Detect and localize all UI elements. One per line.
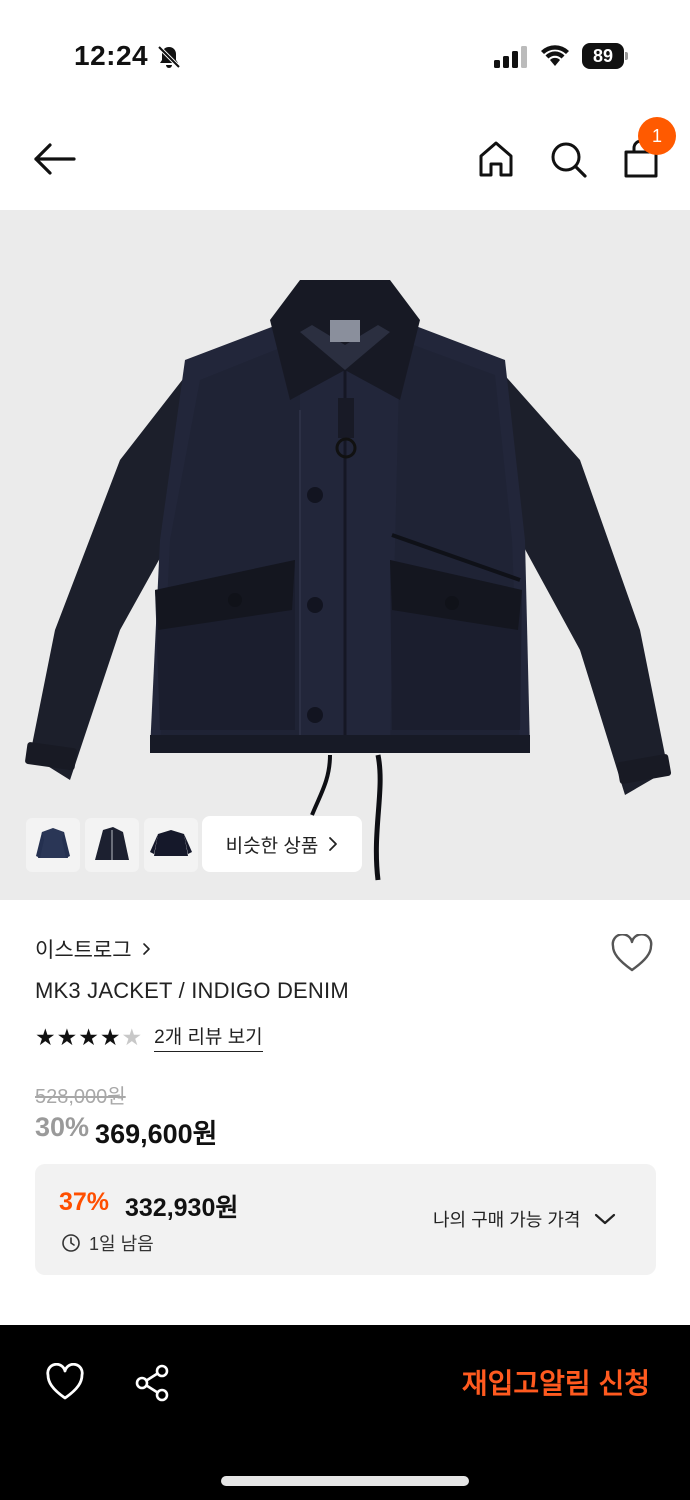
thumbnail-3[interactable]	[144, 818, 198, 872]
heart-icon[interactable]	[610, 934, 654, 974]
product-jacket-image	[25, 280, 672, 881]
product-name: MK3 JACKET / INDIGO DENIM	[35, 978, 349, 1003]
battery-indicator: 89	[582, 43, 628, 69]
thumbnail-jacket-back-image	[150, 830, 192, 856]
star-filled-icon: ★	[56, 1024, 78, 1050]
similar-products-label: 비슷한 상품	[225, 835, 319, 857]
star-filled-icon: ★	[78, 1024, 99, 1050]
my-price-panel[interactable]: 37% 332,930원 1일 남음 나의 구매 가능 가격	[35, 1164, 656, 1275]
thumbnail-jacket-side-image	[95, 827, 129, 860]
thumbnail-jacket-front-image	[36, 828, 70, 858]
restock-alert-button[interactable]: 재입고알림 신청	[400, 1361, 650, 1407]
discount-rate: 30%	[35, 1112, 90, 1142]
my-price-toggle[interactable]: 나의 구매 가능 가격	[433, 1206, 616, 1232]
search-icon[interactable]	[548, 138, 588, 180]
my-price-rate: 37%	[59, 1188, 110, 1216]
my-price-label: 나의 구매 가능 가격	[433, 1210, 581, 1230]
bell-off-icon	[157, 45, 181, 69]
remaining-time: 1일 남음	[61, 1230, 154, 1256]
chevron-down-icon	[595, 1213, 616, 1225]
review-link[interactable]: 2개 리뷰 보기	[154, 1022, 263, 1052]
status-time: 12:24	[74, 40, 149, 71]
my-price-value: 332,930원	[125, 1194, 239, 1222]
sale-price-row: 30% 369,600원	[35, 1112, 218, 1151]
battery-level: 89	[582, 43, 624, 69]
status-bar: 12:24 89	[0, 0, 690, 110]
chevron-right-icon	[142, 943, 150, 955]
home-indicator[interactable]	[221, 1476, 469, 1486]
similar-products-button[interactable]: 비슷한 상품	[202, 816, 362, 872]
chevron-right-icon	[329, 837, 338, 851]
star-rating: ★ ★ ★ ★ ★	[35, 1023, 142, 1051]
clock-icon	[62, 1234, 80, 1252]
cart-count-badge: 1	[638, 117, 676, 155]
bottom-action-bar: 재입고알림 신청	[0, 1325, 690, 1500]
original-price: 528,000원	[35, 1086, 126, 1108]
star-filled-icon: ★	[99, 1024, 121, 1050]
battery-tip	[625, 52, 628, 60]
signal-icon	[494, 46, 527, 68]
remaining-time-text: 1일 남음	[89, 1234, 154, 1254]
share-icon[interactable]	[132, 1363, 174, 1403]
thumbnail-2[interactable]	[85, 818, 139, 872]
brand-name: 이스트로그	[35, 939, 132, 962]
top-nav	[0, 110, 690, 210]
sale-price: 369,600원	[95, 1119, 218, 1149]
heart-icon[interactable]	[44, 1363, 86, 1403]
thumbnail-1[interactable]	[26, 818, 80, 872]
home-icon[interactable]	[476, 138, 516, 180]
wifi-icon	[541, 45, 569, 66]
product-image-gallery[interactable]: 비슷한 상품	[0, 210, 690, 900]
brand-link[interactable]: 이스트로그	[35, 934, 151, 964]
back-arrow-icon[interactable]	[30, 138, 80, 180]
star-filled-icon: ★	[35, 1024, 56, 1050]
rating-row: ★ ★ ★ ★ ★ 2개 리뷰 보기	[35, 1022, 263, 1052]
star-empty-icon: ★	[121, 1024, 143, 1050]
